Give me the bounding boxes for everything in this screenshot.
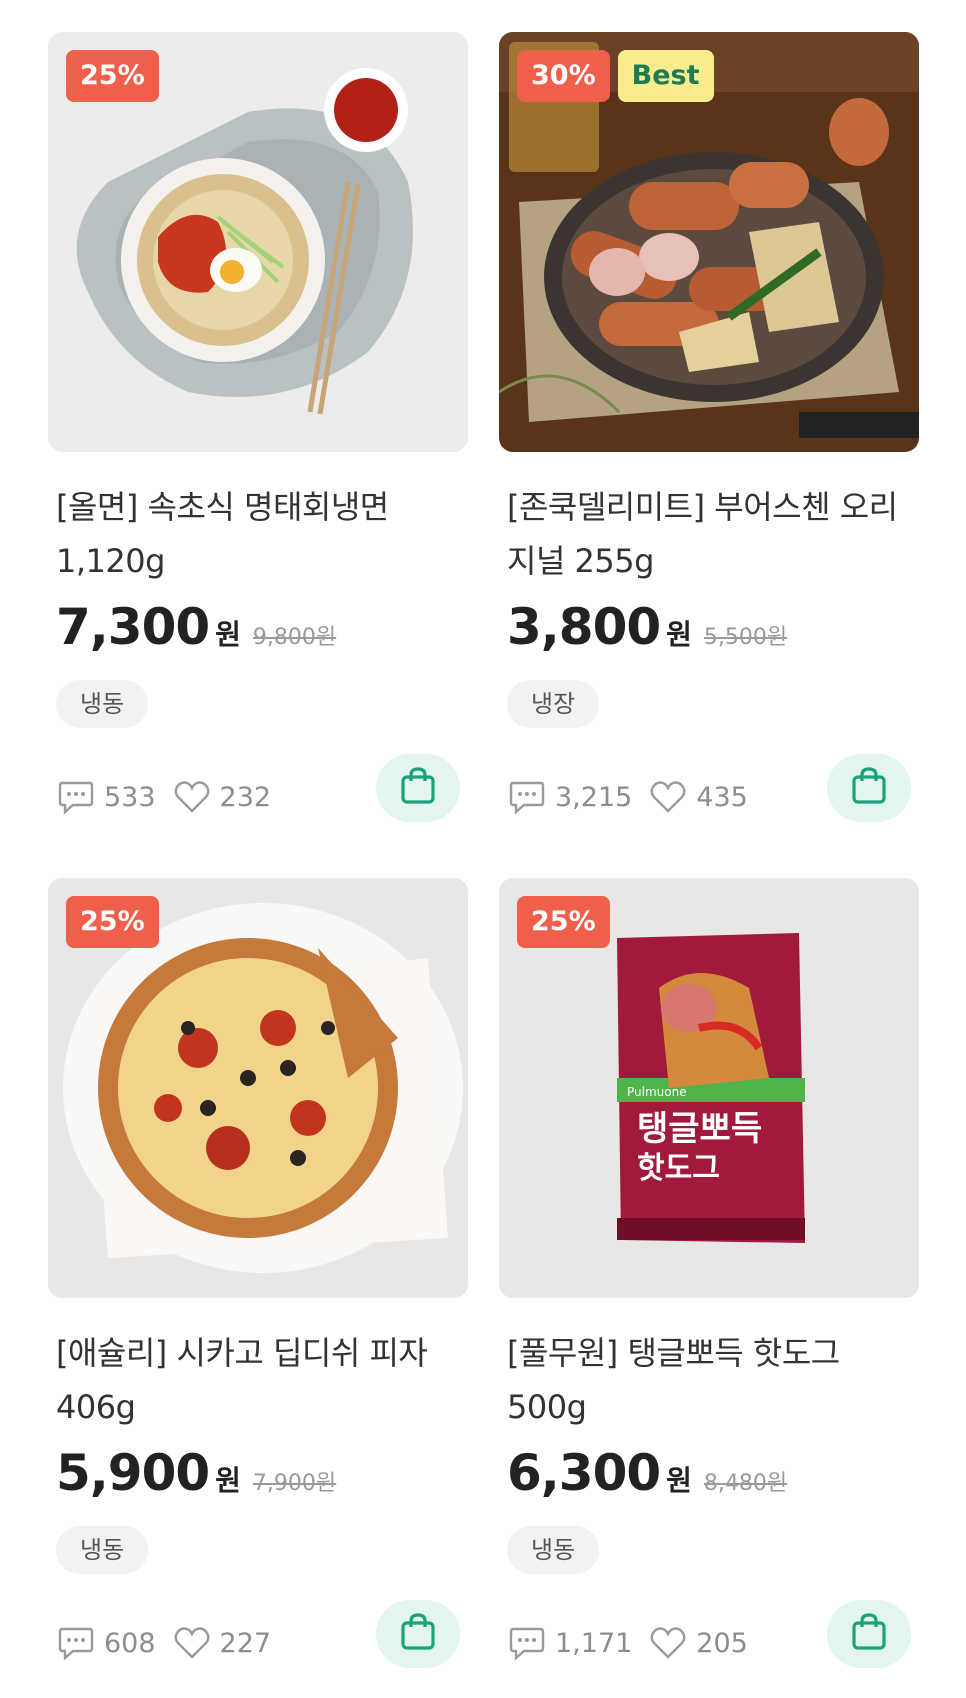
speech-bubble-icon xyxy=(56,1623,96,1663)
speech-bubble-icon xyxy=(507,1623,547,1663)
product-card[interactable]: 30% Best [존쿡델리미트] 부어스첸 오리지널 255g 3,800 원… xyxy=(499,32,919,852)
price-row: 5,900 원 7,900원 xyxy=(56,1444,336,1502)
heart-icon[interactable] xyxy=(648,777,688,817)
add-to-cart-button[interactable] xyxy=(376,754,460,822)
currency-label: 원 xyxy=(215,618,241,651)
sale-price: 6,300 xyxy=(507,1444,661,1502)
heart-icon[interactable] xyxy=(172,777,212,817)
original-price: 8,480원 xyxy=(703,1471,788,1496)
discount-badge: 25% xyxy=(66,896,159,948)
shopping-bag-icon xyxy=(851,767,887,809)
review-count: 533 xyxy=(104,781,156,813)
badge-group: 25% xyxy=(517,896,610,948)
sale-price: 3,800 xyxy=(507,598,661,656)
product-image[interactable]: 25% xyxy=(48,32,468,452)
product-image[interactable]: Pulmuone 탱글뽀득 핫도그 25% xyxy=(499,878,919,1298)
shopping-bag-icon xyxy=(400,1613,436,1655)
add-to-cart-button[interactable] xyxy=(827,1600,911,1668)
original-price: 9,800원 xyxy=(252,625,337,650)
product-name[interactable]: [풀무원] 탱글뽀득 핫도그 500g xyxy=(507,1326,919,1434)
price-row: 7,300 원 9,800원 xyxy=(56,598,336,656)
currency-label: 원 xyxy=(215,1464,241,1497)
add-to-cart-button[interactable] xyxy=(827,754,911,822)
heart-icon[interactable] xyxy=(648,1623,688,1663)
shopping-bag-icon xyxy=(851,1613,887,1655)
product-image[interactable]: 25% xyxy=(48,878,468,1298)
best-badge: Best xyxy=(617,50,714,102)
review-count: 608 xyxy=(104,1627,156,1659)
discount-badge: 25% xyxy=(66,50,159,102)
product-stats: 3,215 435 xyxy=(507,772,756,822)
product-stats: 533 232 xyxy=(56,772,279,822)
currency-label: 원 xyxy=(666,1464,692,1497)
add-to-cart-button[interactable] xyxy=(376,1600,460,1668)
product-stats: 1,171 205 xyxy=(507,1618,756,1668)
product-name[interactable]: [올면] 속초식 명태회냉면 1,120g xyxy=(56,480,468,588)
currency-label: 원 xyxy=(666,618,692,651)
product-card[interactable]: 25% [애슐리] 시카고 딥디쉬 피자 406g 5,900 원 7,900원… xyxy=(48,878,468,1698)
badge-group: 25% xyxy=(66,50,159,102)
package-title-line1: 탱글뽀득 xyxy=(637,1109,762,1149)
product-card[interactable]: Pulmuone 탱글뽀득 핫도그 25% [풀무원] 탱글뽀득 핫도그 500… xyxy=(499,878,919,1698)
price-row: 3,800 원 5,500원 xyxy=(507,598,787,656)
like-count: 232 xyxy=(219,781,272,813)
review-count: 3,215 xyxy=(555,781,633,813)
badge-group: 30% Best xyxy=(517,50,714,102)
storage-tag: 냉동 xyxy=(507,1526,600,1574)
review-count: 1,171 xyxy=(555,1627,633,1659)
price-row: 6,300 원 8,480원 xyxy=(507,1444,787,1502)
product-stats: 608 227 xyxy=(56,1618,279,1668)
like-count: 205 xyxy=(696,1627,748,1659)
product-card[interactable]: 25% [올면] 속초식 명태회냉면 1,120g 7,300 원 9,800원… xyxy=(48,32,468,852)
like-count: 227 xyxy=(219,1627,272,1659)
product-name[interactable]: [애슐리] 시카고 딥디쉬 피자 406g xyxy=(56,1326,468,1434)
sale-price: 5,900 xyxy=(56,1444,210,1502)
badge-group: 25% xyxy=(66,896,159,948)
storage-tag: 냉동 xyxy=(56,680,149,728)
shopping-bag-icon xyxy=(400,767,436,809)
storage-tag: 냉장 xyxy=(507,680,600,728)
speech-bubble-icon xyxy=(56,777,96,817)
product-image[interactable]: 30% Best xyxy=(499,32,919,452)
sale-price: 7,300 xyxy=(56,598,210,656)
discount-badge: 25% xyxy=(517,896,610,948)
heart-icon[interactable] xyxy=(172,1623,212,1663)
product-name[interactable]: [존쿡델리미트] 부어스첸 오리지널 255g xyxy=(507,480,919,588)
like-count: 435 xyxy=(696,781,748,813)
package-title-line2: 핫도그 xyxy=(637,1151,720,1186)
brand-wordmark: Pulmuone xyxy=(627,1085,687,1099)
storage-tag: 냉동 xyxy=(56,1526,149,1574)
discount-badge: 30% xyxy=(517,50,610,102)
product-grid: 25% [올면] 속초식 명태회냉면 1,120g 7,300 원 9,800원… xyxy=(0,0,966,1680)
original-price: 5,500원 xyxy=(703,625,788,650)
original-price: 7,900원 xyxy=(252,1471,337,1496)
speech-bubble-icon xyxy=(507,777,547,817)
